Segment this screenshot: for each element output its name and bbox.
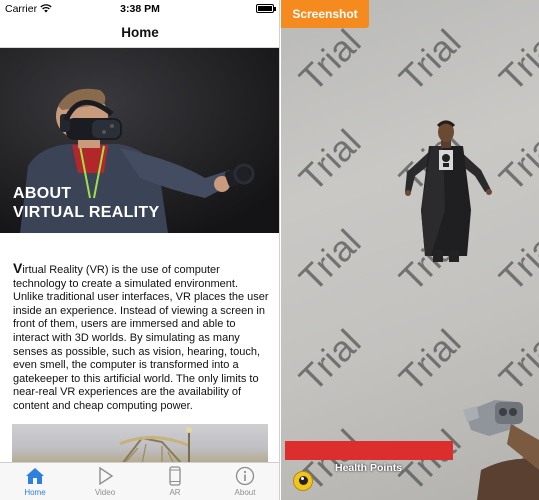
tab-ar-label: AR	[169, 488, 181, 497]
drop-cap: V	[13, 260, 23, 276]
page-title: Home	[121, 25, 159, 40]
tab-home-label: Home	[24, 488, 46, 497]
home-icon	[26, 468, 44, 484]
status-bar: Carrier 3:38 PM	[0, 0, 279, 18]
coin-glint	[301, 477, 304, 480]
battery-level	[258, 6, 273, 11]
navigation-bar: Home	[0, 18, 279, 48]
tab-video[interactable]: Video	[70, 466, 140, 500]
battery-icon	[256, 4, 276, 13]
vr-app-screen: Carrier 3:38 PM Home ABOUT VIRTUAL REALI…	[0, 0, 280, 500]
health-bar	[285, 441, 453, 460]
article-body: Virtual Reality (VR) is the use of compu…	[13, 260, 271, 414]
article-text: irtual Reality (VR) is the use of comput…	[13, 264, 269, 412]
tab-ar[interactable]: AR	[140, 466, 210, 500]
screenshot-button[interactable]: Screenshot	[281, 0, 369, 28]
tab-bar: Home Video AR About	[0, 462, 279, 500]
hero-title-line-1: ABOUT	[13, 185, 72, 202]
ar-camera-view[interactable]: Trial Trial Trial Trial Trial Trial Trial Trial…	[281, 0, 539, 500]
roller-coaster-photo	[119, 427, 192, 464]
health-points-label: Health Points	[335, 462, 403, 474]
play-icon	[99, 466, 114, 486]
tab-home[interactable]: Home	[0, 466, 70, 500]
phone-icon	[169, 466, 181, 486]
tab-about-label: About	[234, 488, 256, 497]
article-image	[12, 424, 268, 464]
hero-title: ABOUT VIRTUAL REALITY	[13, 184, 159, 222]
hero-title-line-2: VIRTUAL REALITY	[13, 204, 160, 221]
tab-about[interactable]: About	[210, 466, 279, 500]
revolver-model	[463, 400, 539, 500]
hero-banner: ABOUT VIRTUAL REALITY	[0, 48, 279, 233]
tab-video-label: Video	[94, 488, 116, 497]
info-icon	[235, 466, 255, 486]
status-time: 3:38 PM	[120, 3, 160, 15]
eye-coin-icon[interactable]	[293, 471, 313, 491]
